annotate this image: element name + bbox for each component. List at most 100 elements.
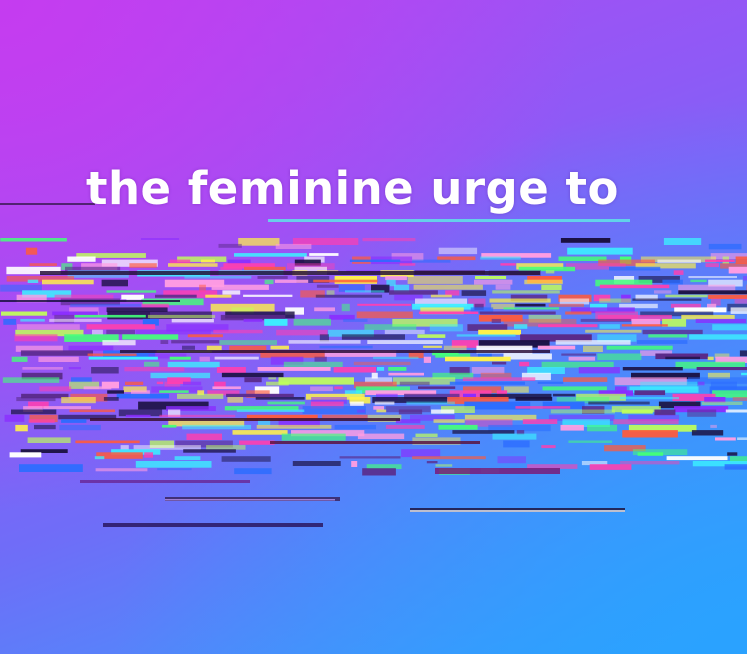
glitch-block [438, 247, 478, 255]
glitch-block [438, 424, 478, 430]
glitch-block [568, 356, 596, 361]
glitch-block [103, 397, 119, 401]
glitch-block [353, 361, 411, 366]
glitch-block [423, 345, 442, 348]
glitch-block [648, 334, 688, 338]
glitch-block [101, 279, 128, 287]
glitch-block [133, 445, 201, 450]
glitch-block [688, 276, 737, 279]
glitch-block [691, 430, 724, 436]
glitch-block [345, 290, 385, 293]
glitch-block [632, 298, 702, 301]
glitch-block [515, 397, 553, 401]
glitch-block [107, 390, 124, 394]
glitch-block [621, 324, 668, 327]
glitch-block [429, 324, 463, 332]
glitch-block [687, 409, 717, 417]
glitch-block [256, 424, 332, 429]
glitch-block [227, 259, 251, 264]
glitch-block [184, 276, 252, 279]
glitch-block [15, 424, 28, 432]
glitch-block [443, 345, 467, 351]
glitch-block [177, 393, 224, 399]
glitch-block [690, 279, 707, 283]
glitch-block [0, 300, 180, 302]
glitch-block [665, 294, 708, 298]
glitch-block [91, 367, 119, 374]
glitch-block [219, 340, 277, 345]
glitch-block [27, 437, 71, 443]
glitch-block [70, 303, 141, 307]
glitch-block [122, 334, 179, 340]
glitch-block [205, 294, 232, 298]
glitch-block [561, 353, 597, 356]
glitch-block [678, 290, 750, 295]
glitch-block [183, 381, 202, 386]
glitch-block [283, 361, 343, 368]
glitch-block [206, 345, 222, 351]
glitch-block [213, 329, 263, 334]
glitch-block [124, 367, 185, 372]
glitch-block [545, 270, 555, 274]
glitch-block [157, 468, 192, 471]
glitch-block [61, 397, 96, 404]
glitch-block [418, 311, 479, 314]
meme-image: the feminine urge to [0, 0, 750, 654]
glitch-block [34, 424, 56, 430]
glitch-block [357, 433, 405, 440]
glitch-block [67, 256, 96, 262]
glitch-block [257, 276, 288, 279]
glitch-block [362, 238, 416, 242]
glitch-block [42, 279, 94, 285]
glitch-block [120, 350, 550, 353]
glitch-block [357, 409, 366, 413]
glitch-block [727, 452, 738, 456]
glitch-block [707, 356, 714, 361]
glitch-block [478, 353, 492, 357]
glitch-block [103, 523, 323, 527]
glitch-block [22, 367, 63, 370]
glitch-block [20, 350, 93, 356]
glitch-block [270, 345, 289, 350]
glitch-block [174, 456, 201, 461]
glitch-block [712, 390, 750, 398]
glitch-block [239, 440, 275, 445]
glitch-block [236, 409, 305, 412]
glitch-block [578, 367, 620, 374]
glitch-block [264, 318, 288, 326]
glitch-block [489, 298, 551, 303]
glitch-block [80, 480, 250, 483]
glitch-block [433, 419, 465, 423]
glitch-block [9, 452, 42, 458]
glitch-block [406, 401, 455, 405]
glitch-block [636, 340, 688, 344]
glitch-block [599, 284, 670, 289]
glitch-block [135, 329, 211, 335]
glitch-block [244, 377, 262, 383]
glitch-block [698, 381, 705, 386]
glitch-block [218, 243, 242, 248]
glitch-block [162, 424, 177, 428]
glitch-block [309, 253, 339, 256]
glitch-block [435, 468, 560, 474]
glitch-block [4, 414, 25, 422]
glitch-block [418, 386, 456, 389]
glitch-block [186, 433, 222, 440]
glitch-block [537, 345, 576, 350]
glitch-block [278, 377, 354, 385]
glitch-block [326, 290, 335, 295]
glitch-block [140, 238, 180, 240]
glitch-block [314, 307, 335, 312]
glitch-block [710, 424, 717, 428]
glitch-block [343, 318, 368, 322]
glitch-block [399, 263, 416, 266]
glitch-block [701, 401, 743, 405]
glitch-block [599, 324, 620, 329]
glitch-block [634, 390, 666, 396]
glitch-block [524, 279, 563, 285]
glitch-block [522, 419, 558, 424]
glitch-block [417, 334, 446, 338]
glitch-block [401, 449, 441, 458]
glitch-block [165, 499, 335, 501]
glitch-block [388, 367, 407, 371]
